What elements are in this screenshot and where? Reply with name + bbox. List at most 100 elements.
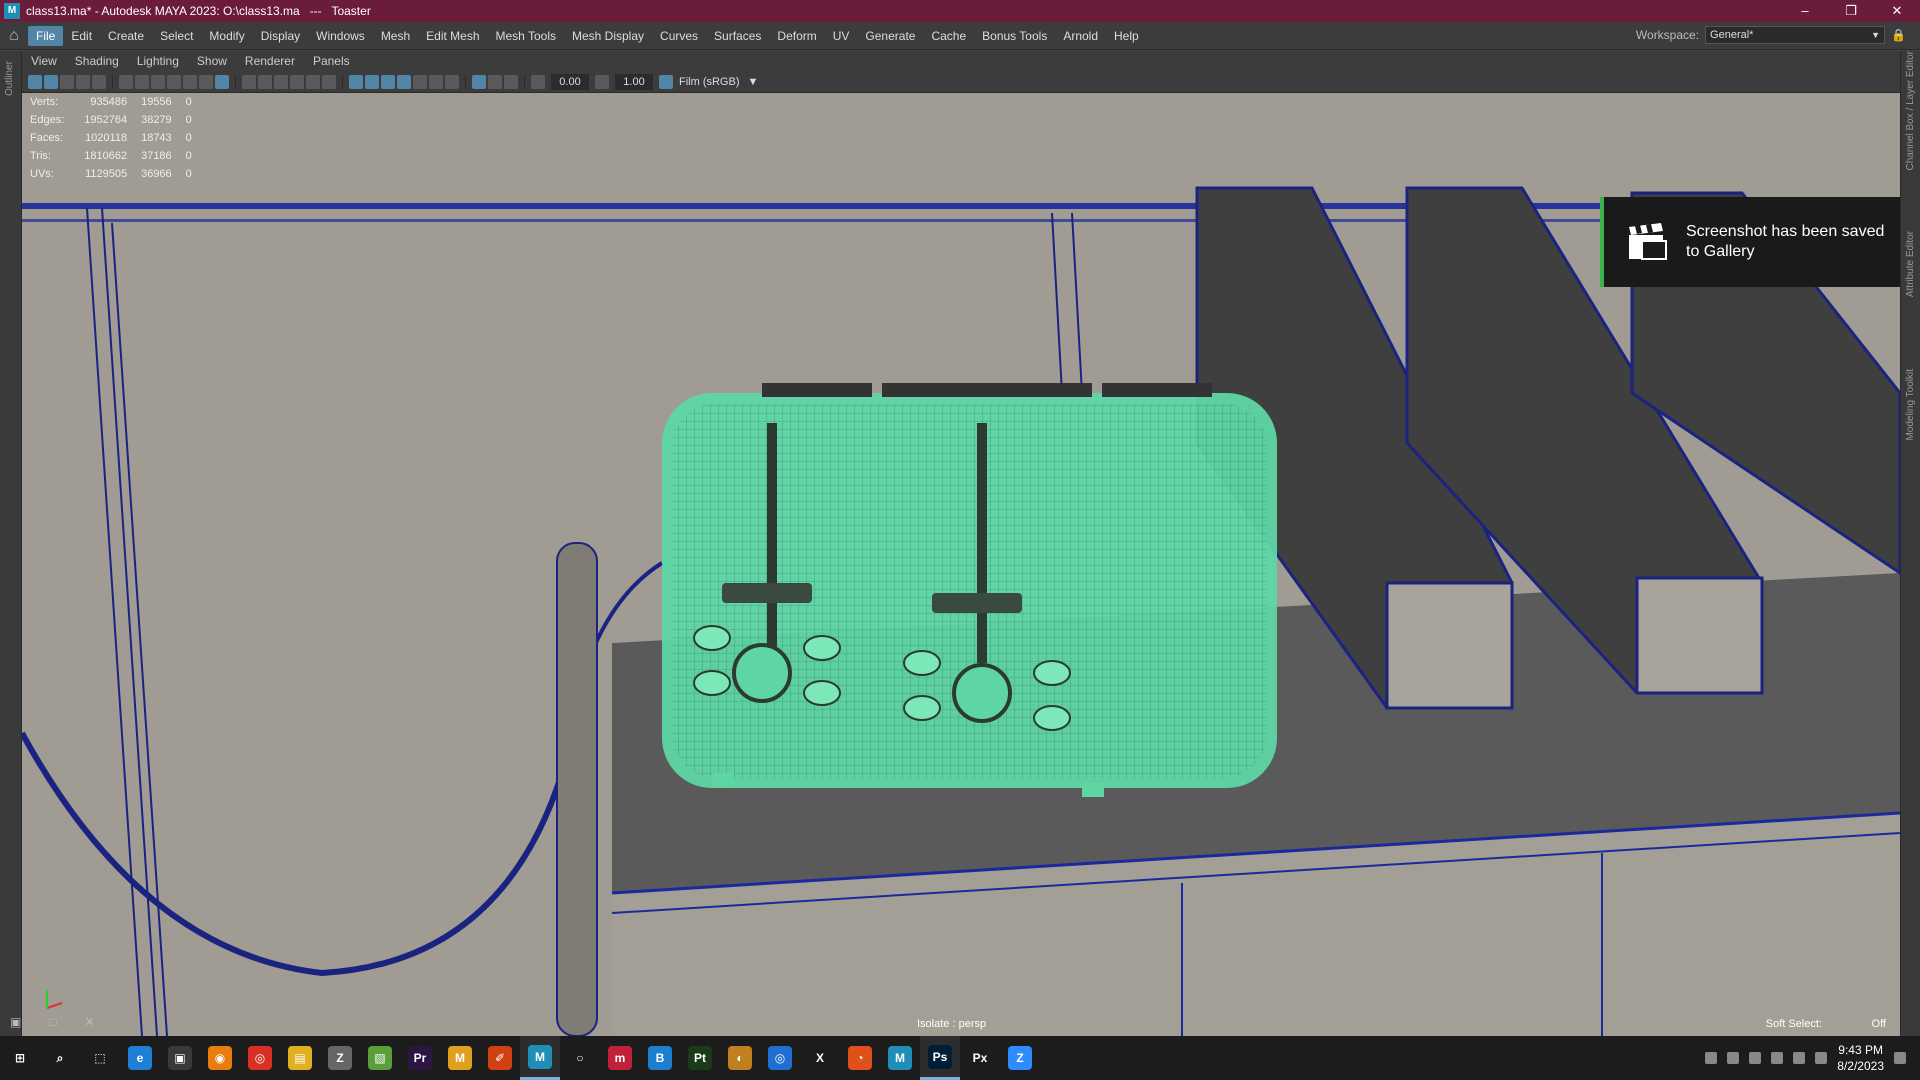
panel-menu-show[interactable]: Show bbox=[188, 54, 236, 68]
menu-generate[interactable]: Generate bbox=[857, 26, 923, 46]
color-space-dropdown[interactable]: Film (sRGB) ▼ bbox=[675, 73, 763, 90]
steam-icon[interactable]: ◎ bbox=[760, 1036, 800, 1080]
menu-display[interactable]: Display bbox=[253, 26, 308, 46]
menu-deform[interactable]: Deform bbox=[769, 26, 824, 46]
panel-menu-lighting[interactable]: Lighting bbox=[128, 54, 188, 68]
bookmark-icon[interactable] bbox=[60, 74, 74, 89]
menu-edit[interactable]: Edit bbox=[63, 26, 100, 46]
smooth-shade-icon[interactable] bbox=[274, 74, 288, 89]
modeling-toolkit-tab[interactable]: Modeling Toolkit bbox=[1905, 369, 1916, 441]
exposure-field[interactable]: 0.00 bbox=[551, 73, 589, 90]
camera-attributes-icon[interactable] bbox=[44, 74, 58, 89]
multisample-aa-icon[interactable] bbox=[445, 74, 459, 89]
menu-help[interactable]: Help bbox=[1106, 26, 1147, 46]
menu-uv[interactable]: UV bbox=[825, 26, 858, 46]
edge-icon[interactable]: e bbox=[120, 1036, 160, 1080]
file-explorer-icon[interactable]: ▤ bbox=[280, 1036, 320, 1080]
blender-icon[interactable]: ◉ bbox=[200, 1036, 240, 1080]
px-icon[interactable]: Px bbox=[960, 1036, 1000, 1080]
menu-mesh-display[interactable]: Mesh Display bbox=[564, 26, 652, 46]
premiere-icon[interactable]: Pr bbox=[400, 1036, 440, 1080]
2d-pan-zoom-icon[interactable] bbox=[92, 74, 106, 89]
maya-icon-2[interactable]: M bbox=[880, 1036, 920, 1080]
channel-box-tab[interactable]: Channel Box / Layer Editor bbox=[1905, 51, 1916, 171]
panel-menu-panels[interactable]: Panels bbox=[304, 54, 359, 68]
wireframe-on-shaded-icon[interactable] bbox=[215, 74, 229, 89]
shadows-icon[interactable] bbox=[349, 74, 363, 89]
use-default-material-icon[interactable] bbox=[290, 74, 304, 89]
cortana-icon[interactable]: ○ bbox=[560, 1036, 600, 1080]
panel-menu-shading[interactable]: Shading bbox=[66, 54, 128, 68]
image-plane-icon[interactable] bbox=[76, 74, 90, 89]
start-icon[interactable]: ⊞ bbox=[0, 1036, 40, 1080]
maya-icon[interactable]: M bbox=[520, 1036, 560, 1080]
field-chart-icon[interactable] bbox=[183, 74, 197, 89]
pen-tool-icon[interactable]: ✐ bbox=[480, 1036, 520, 1080]
shield-icon[interactable] bbox=[1771, 1052, 1784, 1064]
outliner-tab[interactable]: Outliner bbox=[4, 61, 15, 96]
mudbox-icon[interactable]: m bbox=[600, 1036, 640, 1080]
menu-mesh[interactable]: Mesh bbox=[373, 26, 418, 46]
screen-space-ao-icon[interactable] bbox=[413, 74, 427, 89]
film-gate-icon[interactable] bbox=[135, 74, 149, 89]
menu-edit-mesh[interactable]: Edit Mesh bbox=[418, 26, 487, 46]
backface-culling-icon[interactable] bbox=[397, 74, 411, 89]
xray-joints-icon[interactable] bbox=[381, 74, 395, 89]
zbrush-icon[interactable]: Z bbox=[320, 1036, 360, 1080]
globe-icon[interactable]: ◐ bbox=[720, 1036, 760, 1080]
restore-button[interactable]: ❐ bbox=[1828, 0, 1874, 22]
menu-bonus-tools[interactable]: Bonus Tools bbox=[974, 26, 1055, 46]
gamma-icon[interactable] bbox=[595, 74, 609, 89]
maya-mini-icon[interactable]: ▣ bbox=[10, 1015, 21, 1029]
soft-select-value[interactable]: Off bbox=[1872, 1018, 1886, 1030]
panel-menu-renderer[interactable]: Renderer bbox=[236, 54, 304, 68]
safe-action-icon[interactable] bbox=[199, 74, 213, 89]
houdini-icon[interactable]: ◔ bbox=[840, 1036, 880, 1080]
pen-icon[interactable] bbox=[1727, 1052, 1740, 1064]
wireframe-icon[interactable] bbox=[258, 74, 272, 89]
motion-blur-icon[interactable] bbox=[429, 74, 443, 89]
menu-curves[interactable]: Curves bbox=[652, 26, 706, 46]
home-icon[interactable]: ⌂ bbox=[0, 27, 28, 45]
chrome-icon[interactable]: ◎ bbox=[240, 1036, 280, 1080]
nvidia-icon[interactable] bbox=[1793, 1052, 1806, 1064]
menu-surfaces[interactable]: Surfaces bbox=[706, 26, 769, 46]
notification-icon[interactable] bbox=[1894, 1052, 1906, 1064]
menu-arnold[interactable]: Arnold bbox=[1055, 26, 1106, 46]
xray-icon[interactable] bbox=[365, 74, 379, 89]
close-icon[interactable]: ✕ bbox=[85, 1015, 95, 1029]
resolution-gate-icon[interactable] bbox=[151, 74, 165, 89]
image-viewer-icon[interactable]: ▧ bbox=[360, 1036, 400, 1080]
menu-file[interactable]: File bbox=[28, 25, 64, 46]
gamma-field[interactable]: 1.00 bbox=[615, 73, 653, 90]
grid-icon[interactable] bbox=[242, 74, 256, 89]
textured-icon[interactable] bbox=[306, 74, 320, 89]
isolate-select-icon[interactable] bbox=[472, 74, 486, 89]
task-view-icon[interactable]: ⬚ bbox=[80, 1036, 120, 1080]
clock[interactable]: 9:43 PM 8/2/2023 bbox=[1837, 1042, 1884, 1074]
lock-icon[interactable]: 🔒 bbox=[1891, 28, 1906, 42]
use-lights-icon[interactable] bbox=[322, 74, 336, 89]
network-icon[interactable] bbox=[1749, 1052, 1762, 1064]
outliner-strip[interactable]: Outliner bbox=[0, 51, 22, 1036]
menu-cache[interactable]: Cache bbox=[923, 26, 974, 46]
grease-pencil-icon[interactable] bbox=[119, 74, 133, 89]
xray-active-icon[interactable] bbox=[488, 74, 502, 89]
minimize-button[interactable]: – bbox=[1782, 0, 1828, 22]
color-management-icon[interactable] bbox=[659, 74, 673, 89]
pt-icon[interactable]: Pt bbox=[680, 1036, 720, 1080]
perspective-viewport[interactable]: Verts: 935486 19556 0 Edges: 1952764 38279 0 Fac… bbox=[22, 93, 1900, 1036]
marmoset-icon[interactable]: M bbox=[440, 1036, 480, 1080]
menu-select[interactable]: Select bbox=[152, 26, 201, 46]
close-button[interactable]: ✕ bbox=[1874, 0, 1920, 22]
zoom-icon[interactable]: Z bbox=[1000, 1036, 1040, 1080]
menu-create[interactable]: Create bbox=[100, 26, 152, 46]
volume-icon[interactable] bbox=[1815, 1052, 1828, 1064]
exposure-icon[interactable] bbox=[531, 74, 545, 89]
menu-windows[interactable]: Windows bbox=[308, 26, 373, 46]
x-icon[interactable]: X bbox=[800, 1036, 840, 1080]
b-app-icon[interactable]: B bbox=[640, 1036, 680, 1080]
search-icon[interactable]: ⌕ bbox=[40, 1036, 80, 1080]
attribute-editor-tab[interactable]: Attribute Editor bbox=[1905, 231, 1916, 297]
gate-mask-icon[interactable] bbox=[167, 74, 181, 89]
